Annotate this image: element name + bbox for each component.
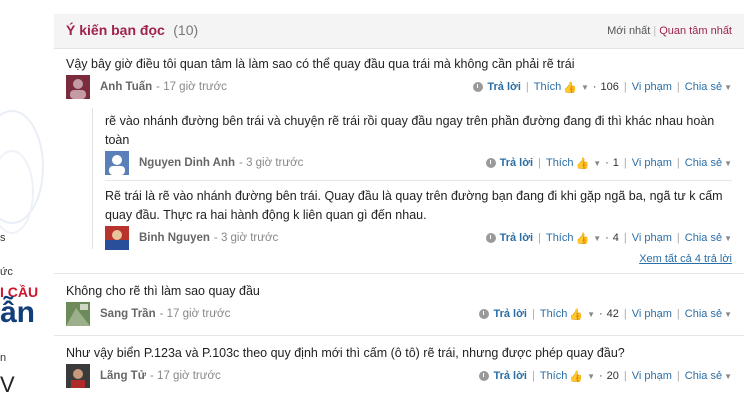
see-all-replies-link[interactable]: Xem tất cả 4 trả lời (66, 253, 732, 265)
reply-button[interactable]: Trả lời (493, 370, 527, 382)
like-count: 20 (606, 370, 619, 382)
comment-actions: Trả lời | Thích 👍 ▼ · 42 | Vi phạm | Chi… (479, 308, 732, 321)
left-text: s (0, 232, 6, 244)
like-count: 106 (600, 81, 619, 93)
comment-item: Như vậy biển P.123a và P.103c theo quy đ… (54, 336, 744, 388)
comment-text: Không cho rẽ thì làm sao quay đầu (66, 284, 260, 298)
chevron-down-icon: ▼ (587, 371, 595, 381)
comment-author[interactable]: Lãng Tử (100, 370, 146, 382)
thumbs-up-icon[interactable]: 👍 (575, 232, 589, 245)
sort-newest-link[interactable]: Mới nhất (607, 25, 650, 37)
comment-item: Vậy bây giờ điều tôi quan tâm là làm sao… (54, 49, 744, 265)
report-button[interactable]: Vi phạm (632, 232, 672, 244)
left-sidebar-fragment: s ức I CẦU ẫn n V (0, 0, 54, 412)
comments-panel: Ý kiến bạn đọc (10) Mới nhất | Quan tâm nh… (54, 14, 744, 388)
like-count: 42 (606, 308, 619, 320)
thumbs-up-icon[interactable]: 👍 (569, 308, 583, 321)
reply-button[interactable]: Trả lời (493, 308, 527, 320)
reply-item: rẽ vào nhánh đường bên trái và chuyện rẽ… (93, 108, 732, 175)
comment-time: - 17 giờ trước (150, 370, 221, 382)
reply-button[interactable]: Trả lời (500, 157, 534, 169)
reply-time: - 3 giờ trước (239, 157, 304, 169)
user-silhouette-icon (70, 79, 86, 99)
thumbs-up-icon[interactable]: 👍 (563, 81, 577, 94)
user-silhouette-icon (109, 155, 125, 175)
reply-icon (479, 371, 490, 381)
avatar[interactable] (66, 75, 90, 99)
report-button[interactable]: Vi phạm (632, 157, 672, 169)
comment-item: Không cho rẽ thì làm sao quay đầu Sang T… (54, 274, 744, 326)
comment-actions: Trả lời | Thích 👍 ▼ · 20 | Vi phạm | Chi… (479, 370, 732, 383)
reply-icon (485, 233, 496, 243)
reply-icon (479, 309, 490, 319)
reply-button[interactable]: Trả lời (500, 232, 534, 244)
reply-icon (473, 82, 484, 92)
reply-item: Rẽ trái là rẽ vào nhánh đường bên trái. … (93, 181, 732, 250)
comment-author[interactable]: Anh Tuấn (100, 81, 152, 93)
thumbs-up-icon[interactable]: 👍 (575, 157, 589, 170)
reply-text: Rẽ trái là rẽ vào nhánh đường bên trái. … (105, 189, 723, 222)
comment-text: Vậy bây giờ điều tôi quan tâm là làm sao… (66, 57, 575, 71)
like-count: 1 (612, 157, 619, 169)
comments-title: Ý kiến bạn đọc (66, 22, 165, 38)
comment-text: Như vậy biển P.123a và P.103c theo quy đ… (66, 346, 625, 360)
comments-count: (10) (173, 22, 199, 38)
avatar[interactable] (66, 364, 90, 388)
comments-header: Ý kiến bạn đọc (10) Mới nhất | Quan tâm nh… (54, 14, 744, 49)
chevron-down-icon: ▼ (593, 233, 602, 243)
share-button[interactable]: Chia sẻ (685, 370, 722, 382)
like-button[interactable]: Thích (540, 308, 568, 320)
comment-actions: Trả lời | Thích 👍 ▼ · 106 | Vi phạm | Ch… (473, 81, 732, 94)
comment-time: - 17 giờ trước (156, 81, 227, 93)
reply-time: - 3 giờ trước (213, 232, 279, 244)
chevron-down-icon: ▼ (580, 82, 589, 92)
user-photo-icon (105, 230, 129, 250)
comment-time: - 17 giờ trước (159, 308, 231, 320)
thumbs-up-icon[interactable]: 👍 (569, 370, 583, 383)
left-text: V (0, 372, 15, 397)
like-button[interactable]: Thích (546, 157, 574, 169)
chevron-down-icon[interactable]: ▼ (724, 234, 732, 243)
replies-container: rẽ vào nhánh đường bên trái và chuyện rẽ… (92, 108, 732, 250)
comment-author[interactable]: Sang Trần (100, 308, 156, 320)
chevron-down-icon[interactable]: ▼ (724, 310, 732, 319)
like-count: 4 (612, 232, 619, 244)
avatar[interactable] (105, 151, 129, 175)
like-button[interactable]: Thích (534, 81, 562, 93)
reply-text: rẽ vào nhánh đường bên trái và chuyện rẽ… (105, 114, 715, 147)
like-button[interactable]: Thích (546, 232, 574, 244)
left-text: ẫn (0, 296, 36, 329)
reply-author[interactable]: Nguyen Dinh Anh (139, 157, 235, 169)
chevron-down-icon: ▼ (587, 309, 595, 319)
chevron-down-icon: ▼ (593, 158, 602, 168)
share-button[interactable]: Chia sẻ (685, 157, 722, 169)
report-button[interactable]: Vi phạm (632, 81, 672, 93)
like-button[interactable]: Thích (540, 370, 568, 382)
reply-author[interactable]: Binh Nguyen (139, 232, 210, 244)
share-button[interactable]: Chia sẻ (685, 308, 722, 320)
chevron-down-icon[interactable]: ▼ (724, 372, 732, 381)
report-button[interactable]: Vi phạm (632, 370, 672, 382)
share-button[interactable]: Chia sẻ (685, 81, 722, 93)
avatar[interactable] (105, 226, 129, 250)
reply-actions: Trả lời | Thích 👍 ▼ · 1 | Vi phạm | Chia… (485, 157, 732, 170)
left-text: n (0, 352, 7, 364)
share-button[interactable]: Chia sẻ (685, 232, 722, 244)
sort-options: Mới nhất | Quan tâm nhất (607, 25, 732, 37)
report-button[interactable]: Vi phạm (632, 308, 672, 320)
reply-actions: Trả lời | Thích 👍 ▼ · 4 | Vi phạm | Chia… (485, 232, 732, 245)
reply-button[interactable]: Trả lời (487, 81, 521, 93)
chevron-down-icon[interactable]: ▼ (724, 159, 732, 168)
chevron-down-icon[interactable]: ▼ (724, 83, 732, 92)
sort-popular-link[interactable]: Quan tâm nhất (659, 25, 732, 37)
avatar[interactable] (66, 302, 90, 326)
reply-icon (485, 158, 496, 168)
user-photo-icon (66, 364, 90, 388)
left-text: ức (0, 266, 13, 278)
user-photo-icon (66, 304, 90, 326)
